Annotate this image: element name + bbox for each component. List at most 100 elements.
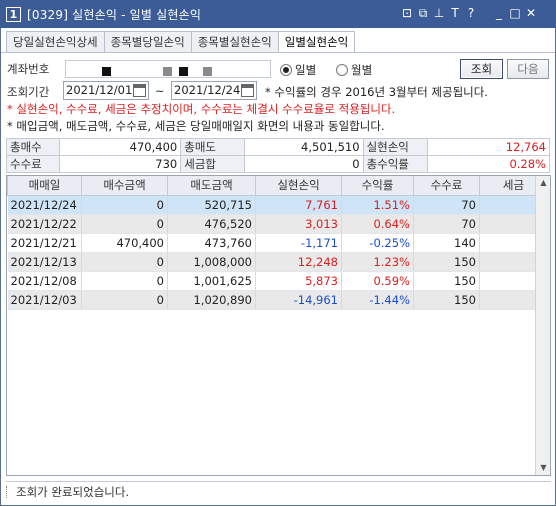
cell-realized-pnl: 5,873 xyxy=(255,271,342,291)
cell-realized-pnl: 7,761 xyxy=(255,195,342,215)
col-header-rate[interactable]: 수익률 xyxy=(341,176,414,196)
radio-monthly-indicator[interactable] xyxy=(336,64,348,76)
calendar-icon[interactable] xyxy=(133,84,146,97)
col-header-sell[interactable]: 매도금액 xyxy=(167,176,256,196)
fee-label: 수수료 xyxy=(6,155,60,173)
radio-daily-indicator[interactable] xyxy=(280,64,292,76)
window-controls: ⊡ ⧉ ⊥ T ? _ □ ✕ xyxy=(400,5,538,23)
date-range-separator: ~ xyxy=(155,84,165,98)
cell-date: 2021/12/24 xyxy=(7,195,82,215)
grid-table: 매매일 매수금액 매도금액 실현손익 수익률 수수료 세금 2021/12/24… xyxy=(7,176,548,310)
cell-fee: 140 xyxy=(413,233,480,253)
scroll-up-icon[interactable]: ▲ xyxy=(536,176,550,190)
window-body: 당일실현손익상세 종목별당일손익 종목별실현손익 일별실현손익 계좌번호 일별 … xyxy=(0,28,556,506)
realized-pnl-label: 실현손익 xyxy=(362,138,429,156)
radio-daily-label: 일별 xyxy=(295,63,317,77)
col-header-pnl[interactable]: 실현손익 xyxy=(255,176,342,196)
cell-buy-amount: 0 xyxy=(81,290,168,310)
grid-header-row: 매매일 매수금액 매도금액 실현손익 수익률 수수료 세금 xyxy=(7,176,548,196)
radio-monthly[interactable]: 월별 xyxy=(336,62,372,78)
calendar-icon[interactable] xyxy=(241,84,254,97)
date-to-value: 2021/12/24 xyxy=(174,83,241,97)
window-title: [0329] 실현손익 - 일별 실현손익 xyxy=(27,7,202,22)
total-sell-value: 4,501,510 xyxy=(244,138,364,156)
col-header-date[interactable]: 매매일 xyxy=(7,176,82,196)
vertical-scrollbar[interactable]: ▲ ▼ xyxy=(535,176,550,475)
cell-date: 2021/12/08 xyxy=(7,271,82,291)
tab-stock-realized[interactable]: 종목별실현손익 xyxy=(190,31,278,53)
cell-realized-pnl: -14,961 xyxy=(255,290,342,310)
cell-fee: 70 xyxy=(413,214,480,234)
cell-date: 2021/12/03 xyxy=(7,290,82,310)
tab-divider xyxy=(1,52,555,53)
cell-date: 2021/12/22 xyxy=(7,214,82,234)
radio-daily[interactable]: 일별 xyxy=(280,62,316,78)
cell-sell-amount: 473,760 xyxy=(167,233,256,253)
next-button[interactable]: 다음 xyxy=(507,59,549,79)
table-row[interactable]: 2021/12/21470,400473,760-1,171-0.25%1400 xyxy=(7,233,548,253)
same-as-journal-note: * 매입금액, 매도금액, 수수료, 세금은 당일매매일지 화면의 내용과 동일… xyxy=(7,119,385,133)
radio-monthly-label: 월별 xyxy=(351,63,373,77)
tax-label: 세금합 xyxy=(180,155,246,173)
cell-sell-amount: 1,008,000 xyxy=(167,252,256,272)
cell-fee: 70 xyxy=(413,195,480,215)
table-row[interactable]: 2021/12/220476,5203,0130.64%700 xyxy=(7,214,548,234)
tab-daily-realized[interactable]: 일별실현손익 xyxy=(277,31,356,53)
scroll-down-icon[interactable]: ▼ xyxy=(536,461,550,475)
close-icon[interactable]: ✕ xyxy=(524,5,538,21)
cell-fee: 150 xyxy=(413,252,480,272)
pin-icon[interactable]: ⊥ xyxy=(432,5,446,21)
account-mask-block xyxy=(179,67,188,76)
cell-return-rate: 0.59% xyxy=(341,271,414,291)
date-from-field[interactable]: 2021/12/01 xyxy=(63,81,149,100)
cell-return-rate: -1.44% xyxy=(341,290,414,310)
estimate-warning-note: * 실현손익, 수수료, 세금은 추정치이며, 수수료는 체결시 수수료율로 적… xyxy=(7,102,396,116)
cell-fee: 150 xyxy=(413,290,480,310)
font-icon[interactable]: T xyxy=(448,5,462,21)
table-row[interactable]: 2021/12/0301,020,890-14,961-1.44%1500 xyxy=(7,290,548,310)
title-bar: 1 [0329] 실현손익 - 일별 실현손익 ⊡ ⧉ ⊥ T ? _ □ ✕ xyxy=(0,0,556,28)
table-row[interactable]: 2021/12/240520,7157,7611.51%700 xyxy=(7,195,548,215)
account-mask-block xyxy=(102,67,111,76)
total-buy-value: 470,400 xyxy=(58,138,182,156)
grip-icon xyxy=(6,486,9,498)
cell-return-rate: -0.25% xyxy=(341,233,414,253)
tax-value: 0 xyxy=(244,155,364,173)
total-sell-label: 총매도 xyxy=(180,138,246,156)
period-row: 조회기간 2021/12/01 ~ 2021/12/24 * 수익률의 경우 2… xyxy=(1,80,555,102)
minimize-icon[interactable]: _ xyxy=(492,5,506,21)
col-header-fee[interactable]: 수수료 xyxy=(413,176,480,196)
daily-pnl-grid[interactable]: 매매일 매수금액 매도금액 실현손익 수익률 수수료 세금 2021/12/24… xyxy=(6,175,551,476)
maximize-icon[interactable]: □ xyxy=(508,5,522,21)
total-buy-label: 총매수 xyxy=(6,138,60,156)
cell-return-rate: 0.64% xyxy=(341,214,414,234)
col-header-buy[interactable]: 매수금액 xyxy=(81,176,168,196)
cell-date: 2021/12/13 xyxy=(7,252,82,272)
copy-icon[interactable]: ⧉ xyxy=(416,5,430,21)
table-row[interactable]: 2021/12/1301,008,00012,2481.23%1500 xyxy=(7,252,548,272)
account-mask-block xyxy=(163,67,172,76)
cell-sell-amount: 1,001,625 xyxy=(167,271,256,291)
total-return-label: 총수익률 xyxy=(362,155,429,173)
fee-value: 730 xyxy=(58,155,182,173)
cell-realized-pnl: 12,248 xyxy=(255,252,342,272)
summary-row: 수수료 730 세금합 0 총수익률 0.28% xyxy=(6,155,550,173)
cell-fee: 150 xyxy=(413,271,480,291)
account-field[interactable] xyxy=(65,60,271,78)
total-return-value: 0.28% xyxy=(427,155,550,173)
tab-daily-detail[interactable]: 당일실현손익상세 xyxy=(6,31,104,53)
cell-return-rate: 1.23% xyxy=(341,252,414,272)
cell-realized-pnl: -1,171 xyxy=(255,233,342,253)
date-to-field[interactable]: 2021/12/24 xyxy=(171,81,257,100)
tab-stock-daily[interactable]: 종목별당일손익 xyxy=(103,31,191,53)
summary-table: 총매수 470,400 총매도 4,501,510 실현손익 12,764 수수… xyxy=(6,138,550,173)
tab-bar: 당일실현손익상세 종목별당일손익 종목별실현손익 일별실현손익 xyxy=(6,31,356,53)
return-availability-note: * 수익률의 경우 2016년 3월부터 제공됩니다. xyxy=(265,85,488,99)
link-icon[interactable]: ⊡ xyxy=(400,5,414,21)
table-row[interactable]: 2021/12/0801,001,6255,8730.59%1500 xyxy=(7,271,548,291)
cell-buy-amount: 0 xyxy=(81,195,168,215)
help-icon[interactable]: ? xyxy=(464,5,478,21)
account-mask-block xyxy=(203,67,212,76)
realized-pnl-value: 12,764 xyxy=(427,138,550,156)
search-button[interactable]: 조회 xyxy=(460,59,503,79)
